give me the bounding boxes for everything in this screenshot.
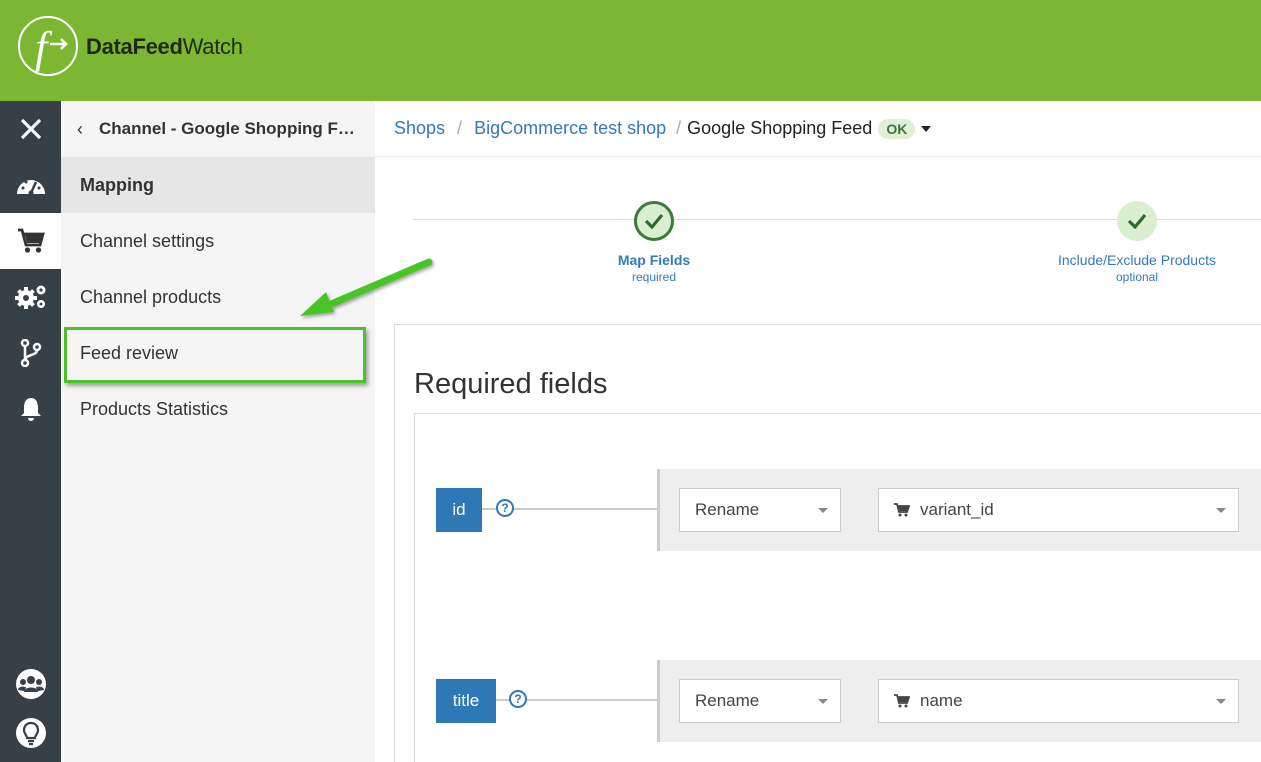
connector-line: [496, 699, 509, 701]
source-field-select[interactable]: variant_id: [878, 488, 1239, 532]
sidebar-item-mapping[interactable]: Mapping: [61, 157, 375, 213]
breadcrumb-current-feed: Google Shopping Feed: [687, 118, 873, 138]
rail-shops[interactable]: [0, 213, 61, 269]
status-badge: OK: [878, 118, 916, 139]
connector-line: [482, 508, 496, 510]
rail-workflow[interactable]: [0, 325, 61, 381]
svg-text:f: f: [35, 23, 53, 72]
source-field-select[interactable]: name: [878, 679, 1239, 723]
step-include-exclude-icon[interactable]: [1117, 201, 1157, 241]
close-button[interactable]: [0, 101, 61, 157]
action-select[interactable]: Rename: [679, 679, 841, 723]
breadcrumb-shop-link[interactable]: BigCommerce test shop: [474, 118, 666, 139]
logo-wordmark: DataFeedWatch: [86, 34, 243, 59]
sidebar-item-products-statistics[interactable]: Products Statistics: [61, 381, 375, 437]
step-include-exclude-title[interactable]: Include/Exclude Products: [1037, 252, 1237, 268]
field-tag-title: title: [436, 679, 496, 723]
logo-icon[interactable]: f: [18, 16, 78, 76]
connector-line: [514, 508, 657, 510]
chevron-down-icon: [1216, 508, 1226, 513]
dashboard-icon: [16, 180, 45, 196]
sidebar-item-label: Channel products: [80, 286, 222, 307]
breadcrumb-shops-link[interactable]: Shops: [394, 118, 445, 139]
sidebar-item-label: Products Statistics: [80, 398, 229, 419]
help-icon[interactable]: ?: [496, 499, 514, 517]
cart-icon: [894, 503, 910, 517]
gears-icon: [14, 285, 45, 309]
cart-icon: [894, 694, 910, 708]
chevron-down-icon: [818, 699, 828, 704]
back-to-channel-link[interactable]: ‹ Channel - Google Shopping Feed: [61, 101, 375, 157]
step-map-fields-icon[interactable]: [634, 201, 674, 241]
source-field-value: name: [920, 691, 963, 710]
chevron-left-icon: ‹: [77, 118, 83, 139]
channel-sidebar: ‹ Channel - Google Shopping Feed Mapping…: [61, 101, 375, 762]
channel-name: Channel - Google Shopping Feed: [99, 119, 359, 138]
users-icon: [15, 669, 46, 699]
sidebar-item-label: Channel settings: [80, 230, 215, 251]
rail-team[interactable]: [0, 656, 61, 712]
step-map-fields-title[interactable]: Map Fields: [554, 252, 754, 268]
lightbulb-icon: [15, 718, 46, 748]
action-select-value: Rename: [695, 691, 760, 710]
field-tag-id: id: [436, 488, 482, 532]
breadcrumb-separator: /: [457, 118, 463, 138]
rail-dashboard[interactable]: [0, 157, 61, 213]
rail-ideas[interactable]: [0, 705, 61, 761]
rail-settings[interactable]: [0, 269, 61, 325]
close-icon: [20, 118, 41, 140]
action-select[interactable]: Rename: [679, 488, 841, 532]
step-include-exclude-sub: optional: [1115, 270, 1159, 284]
source-field-value: variant_id: [920, 500, 994, 519]
annotation-arrow: [300, 258, 433, 316]
section-title: Required fields: [414, 368, 608, 400]
feed-dropdown-caret-icon[interactable]: [921, 125, 932, 132]
top-header: f DataFeedWatch: [0, 0, 1261, 101]
breadcrumb-separator: /: [676, 118, 682, 138]
chevron-down-icon: [1216, 699, 1226, 704]
rail-notifications[interactable]: [0, 381, 61, 437]
action-select-value: Rename: [695, 500, 760, 519]
step-map-fields-sub: required: [631, 270, 677, 284]
cart-icon: [17, 228, 45, 253]
sidebar-item-feed-review[interactable]: Feed review: [61, 325, 375, 381]
sidebar-item-label: Feed review: [80, 342, 179, 363]
breadcrumb: Shops / BigCommerce test shop / Google S…: [375, 101, 1261, 157]
chevron-down-icon: [818, 508, 828, 513]
icon-rail: [0, 101, 61, 762]
connector-line: [527, 699, 657, 701]
bell-icon: [20, 398, 41, 421]
sidebar-item-label: Mapping: [80, 174, 154, 195]
branch-icon: [20, 339, 41, 367]
help-icon[interactable]: ?: [509, 690, 527, 708]
